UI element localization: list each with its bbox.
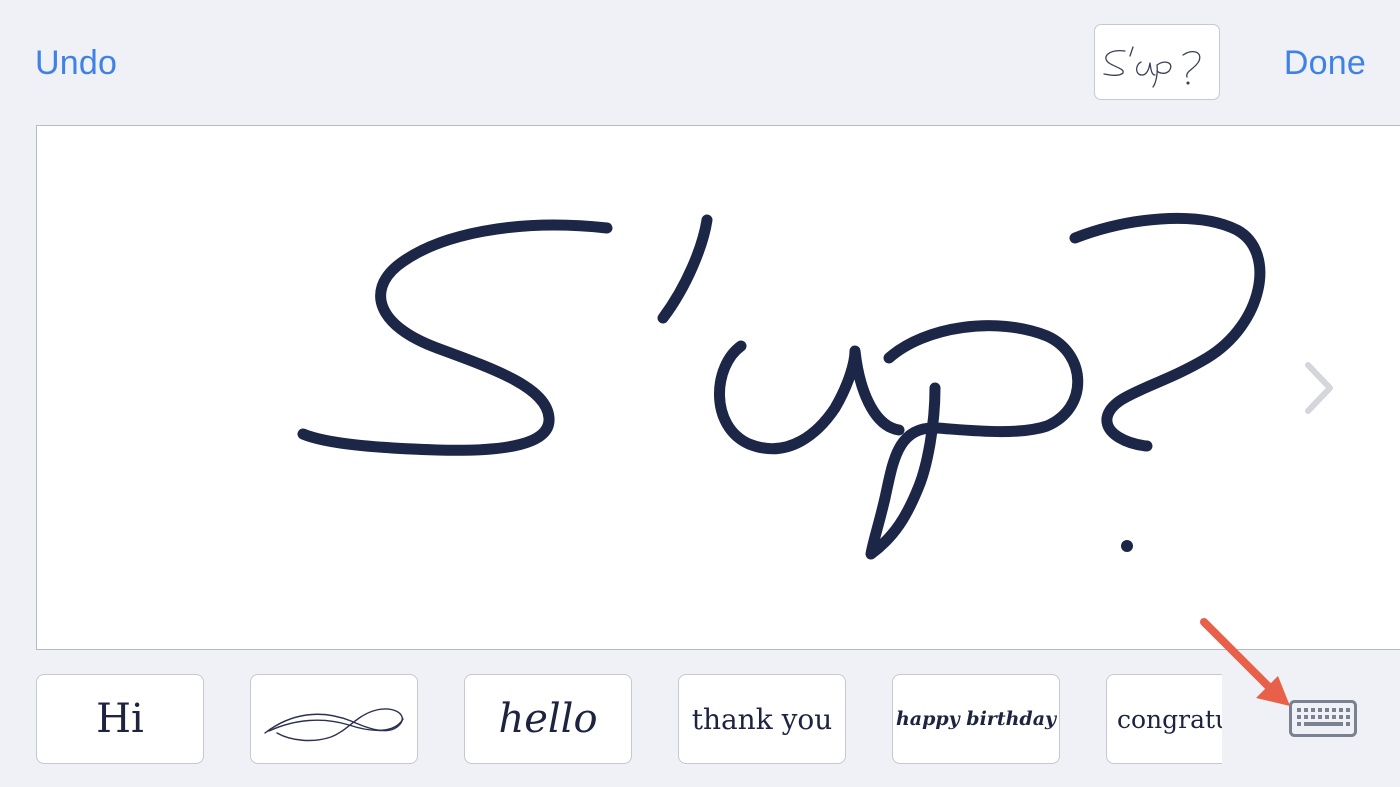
suggestion-card-congratulations[interactable]: congratulat <box>1106 674 1222 764</box>
scribble-signature-image <box>264 708 404 742</box>
handwriting-screen: Undo Done Hi hello thank you happy birth… <box>0 0 1400 787</box>
suggestion-label: Hi <box>96 696 144 742</box>
suggestion-label: hello <box>498 696 598 742</box>
keyboard-icon[interactable] <box>1289 700 1357 737</box>
suggestion-card-hello[interactable]: hello <box>464 674 632 764</box>
chevron-right-icon[interactable] <box>1294 357 1338 419</box>
done-button[interactable]: Done <box>1284 40 1366 86</box>
suggestion-card-scribble[interactable] <box>250 674 418 764</box>
suggestion-card-happy-birthday[interactable]: happy birthday <box>892 674 1060 764</box>
suggestion-label: congratulat <box>1117 704 1222 734</box>
handwriting-preview[interactable] <box>1094 24 1220 100</box>
suggestion-label: happy birthday <box>895 708 1057 730</box>
suggestion-label: thank you <box>691 702 833 736</box>
handwritten-sup-drawing <box>297 212 1266 560</box>
handwriting-canvas[interactable] <box>36 125 1400 650</box>
preview-handwriting-image <box>1103 46 1201 88</box>
suggestion-strip: Hi hello thank you happy birthday congra… <box>0 674 1222 764</box>
suggestion-card-thank-you[interactable]: thank you <box>678 674 846 764</box>
undo-button[interactable]: Undo <box>35 40 117 86</box>
suggestion-card-hi[interactable]: Hi <box>36 674 204 764</box>
